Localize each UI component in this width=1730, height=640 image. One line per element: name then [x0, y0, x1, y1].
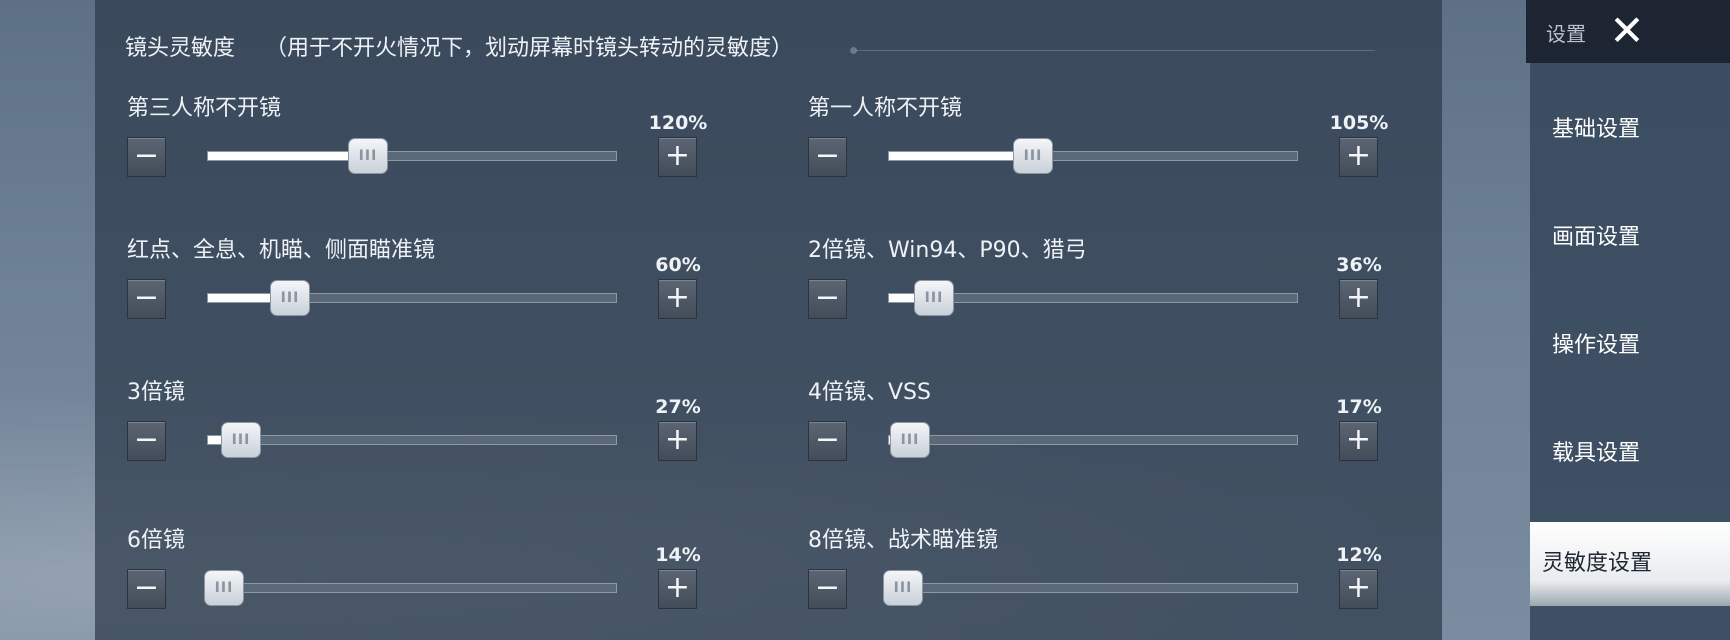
setting-value: 17% — [1336, 396, 1382, 418]
setting-label: 6倍镜 — [127, 528, 185, 553]
slider-track[interactable]: III — [883, 570, 1298, 606]
decrease-button[interactable]: − — [808, 137, 847, 177]
slider-thumb[interactable]: III — [348, 138, 388, 174]
sidebar-title: 设置 — [1546, 22, 1586, 46]
setting-value: 36% — [1336, 254, 1382, 276]
increase-button[interactable]: + — [658, 569, 697, 609]
setting-value: 14% — [655, 544, 701, 566]
slider-fill — [208, 152, 368, 160]
setting-third-person-no-scope: 第三人称不开镜 120% − III + — [127, 90, 727, 200]
slider-thumb[interactable]: III — [221, 422, 261, 458]
slider-track[interactable]: III — [888, 422, 1298, 458]
slider-thumb[interactable]: III — [914, 280, 954, 316]
slider-track[interactable]: III — [888, 280, 1298, 316]
setting-label: 红点、全息、机瞄、侧面瞄准镜 — [127, 238, 436, 263]
close-icon[interactable]: ✕ — [1606, 10, 1648, 52]
section-note: （用于不开火情况下，划动屏幕时镜头转动的灵敏度） — [265, 36, 794, 61]
setting-first-person-no-scope: 第一人称不开镜 105% − III + — [808, 90, 1408, 200]
setting-3x-scope: 3倍镜 27% − III + — [127, 374, 727, 484]
slider-track[interactable]: III — [207, 280, 617, 316]
setting-value: 60% — [655, 254, 701, 276]
setting-label: 4倍镜、VSS — [808, 380, 931, 405]
increase-button[interactable]: + — [1339, 569, 1378, 609]
slider-track[interactable]: III — [204, 570, 617, 606]
slider-thumb[interactable]: III — [204, 570, 244, 606]
setting-value: 12% — [1336, 544, 1382, 566]
setting-value: 27% — [655, 396, 701, 418]
decrease-button[interactable]: − — [808, 421, 847, 461]
slider-fill — [889, 152, 1033, 160]
decrease-button[interactable]: − — [127, 421, 166, 461]
decrease-button[interactable]: − — [808, 279, 847, 319]
sidebar-item-sensitivity[interactable]: 灵敏度设置 — [1530, 522, 1730, 606]
setting-4x-scope: 4倍镜、VSS 17% − III + — [808, 374, 1408, 484]
sidebar-item-vehicle[interactable]: 载具设置 — [1530, 412, 1730, 496]
setting-2x-scope: 2倍镜、Win94、P90、猎弓 36% − III + — [808, 232, 1408, 342]
setting-6x-scope: 6倍镜 14% − III + — [127, 522, 727, 632]
slider-track[interactable]: III — [207, 138, 617, 174]
section-header: 镜头灵敏度 （用于不开火情况下，划动屏幕时镜头转动的灵敏度） — [125, 30, 793, 62]
setting-value: 105% — [1329, 112, 1389, 134]
sidebar-item-basic[interactable]: 基础设置 — [1530, 88, 1730, 172]
setting-label: 2倍镜、Win94、P90、猎弓 — [808, 238, 1087, 263]
increase-button[interactable]: + — [1339, 279, 1378, 319]
slider-thumb[interactable]: III — [890, 422, 930, 458]
sidebar-item-controls[interactable]: 操作设置 — [1530, 304, 1730, 388]
header-divider — [855, 50, 1375, 51]
increase-button[interactable]: + — [1339, 421, 1378, 461]
setting-label: 第一人称不开镜 — [808, 96, 963, 121]
setting-label: 第三人称不开镜 — [127, 96, 282, 121]
setting-label: 8倍镜、战术瞄准镜 — [808, 528, 998, 553]
slider-thumb[interactable]: III — [1013, 138, 1053, 174]
increase-button[interactable]: + — [658, 279, 697, 319]
increase-button[interactable]: + — [658, 421, 697, 461]
decrease-button[interactable]: − — [808, 569, 847, 609]
decrease-button[interactable]: − — [127, 569, 166, 609]
setting-8x-scope: 8倍镜、战术瞄准镜 12% − III + — [808, 522, 1408, 632]
slider-thumb[interactable]: III — [883, 570, 923, 606]
setting-value: 120% — [648, 112, 708, 134]
setting-label: 3倍镜 — [127, 380, 185, 405]
decrease-button[interactable]: − — [127, 137, 166, 177]
slider-track[interactable]: III — [207, 422, 617, 458]
section-title: 镜头灵敏度 — [125, 36, 236, 61]
decrease-button[interactable]: − — [127, 279, 166, 319]
slider-track[interactable]: III — [888, 138, 1298, 174]
setting-red-dot-holo: 红点、全息、机瞄、侧面瞄准镜 60% − III + — [127, 232, 727, 342]
slider-thumb[interactable]: III — [270, 280, 310, 316]
increase-button[interactable]: + — [658, 137, 697, 177]
increase-button[interactable]: + — [1339, 137, 1378, 177]
sidebar-item-graphics[interactable]: 画面设置 — [1530, 196, 1730, 280]
